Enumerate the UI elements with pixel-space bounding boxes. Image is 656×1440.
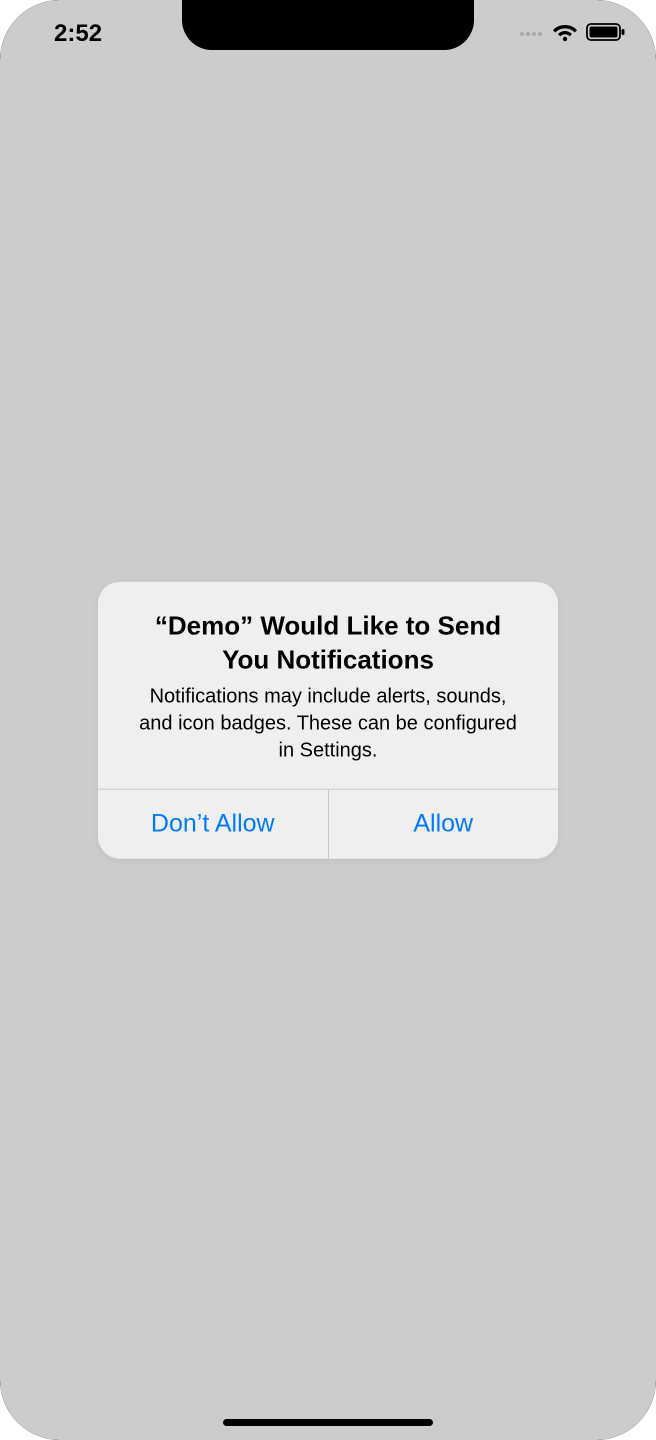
- alert-title: “Demo” Would Like to Send You Notificati…: [122, 610, 534, 678]
- alert-body: “Demo” Would Like to Send You Notificati…: [98, 582, 558, 789]
- alert-button-row: Don’t Allow Allow: [98, 788, 558, 858]
- corner-fill: [0, 1360, 80, 1440]
- battery-icon: [586, 22, 626, 47]
- corner-fill: [576, 1360, 656, 1440]
- status-bar: 2:52: [0, 0, 656, 60]
- signal-dots-icon: [520, 32, 542, 36]
- allow-button[interactable]: Allow: [329, 789, 559, 858]
- status-right-group: [520, 14, 626, 47]
- notification-permission-alert: “Demo” Would Like to Send You Notificati…: [98, 582, 558, 859]
- phone-screen: 2:52 “Demo” Would L: [0, 0, 656, 1440]
- alert-message: Notifications may include alerts, sounds…: [122, 683, 534, 764]
- dont-allow-button[interactable]: Don’t Allow: [98, 789, 329, 858]
- home-indicator[interactable]: [223, 1419, 433, 1426]
- clock-label: 2:52: [30, 12, 102, 48]
- wifi-icon: [552, 22, 578, 47]
